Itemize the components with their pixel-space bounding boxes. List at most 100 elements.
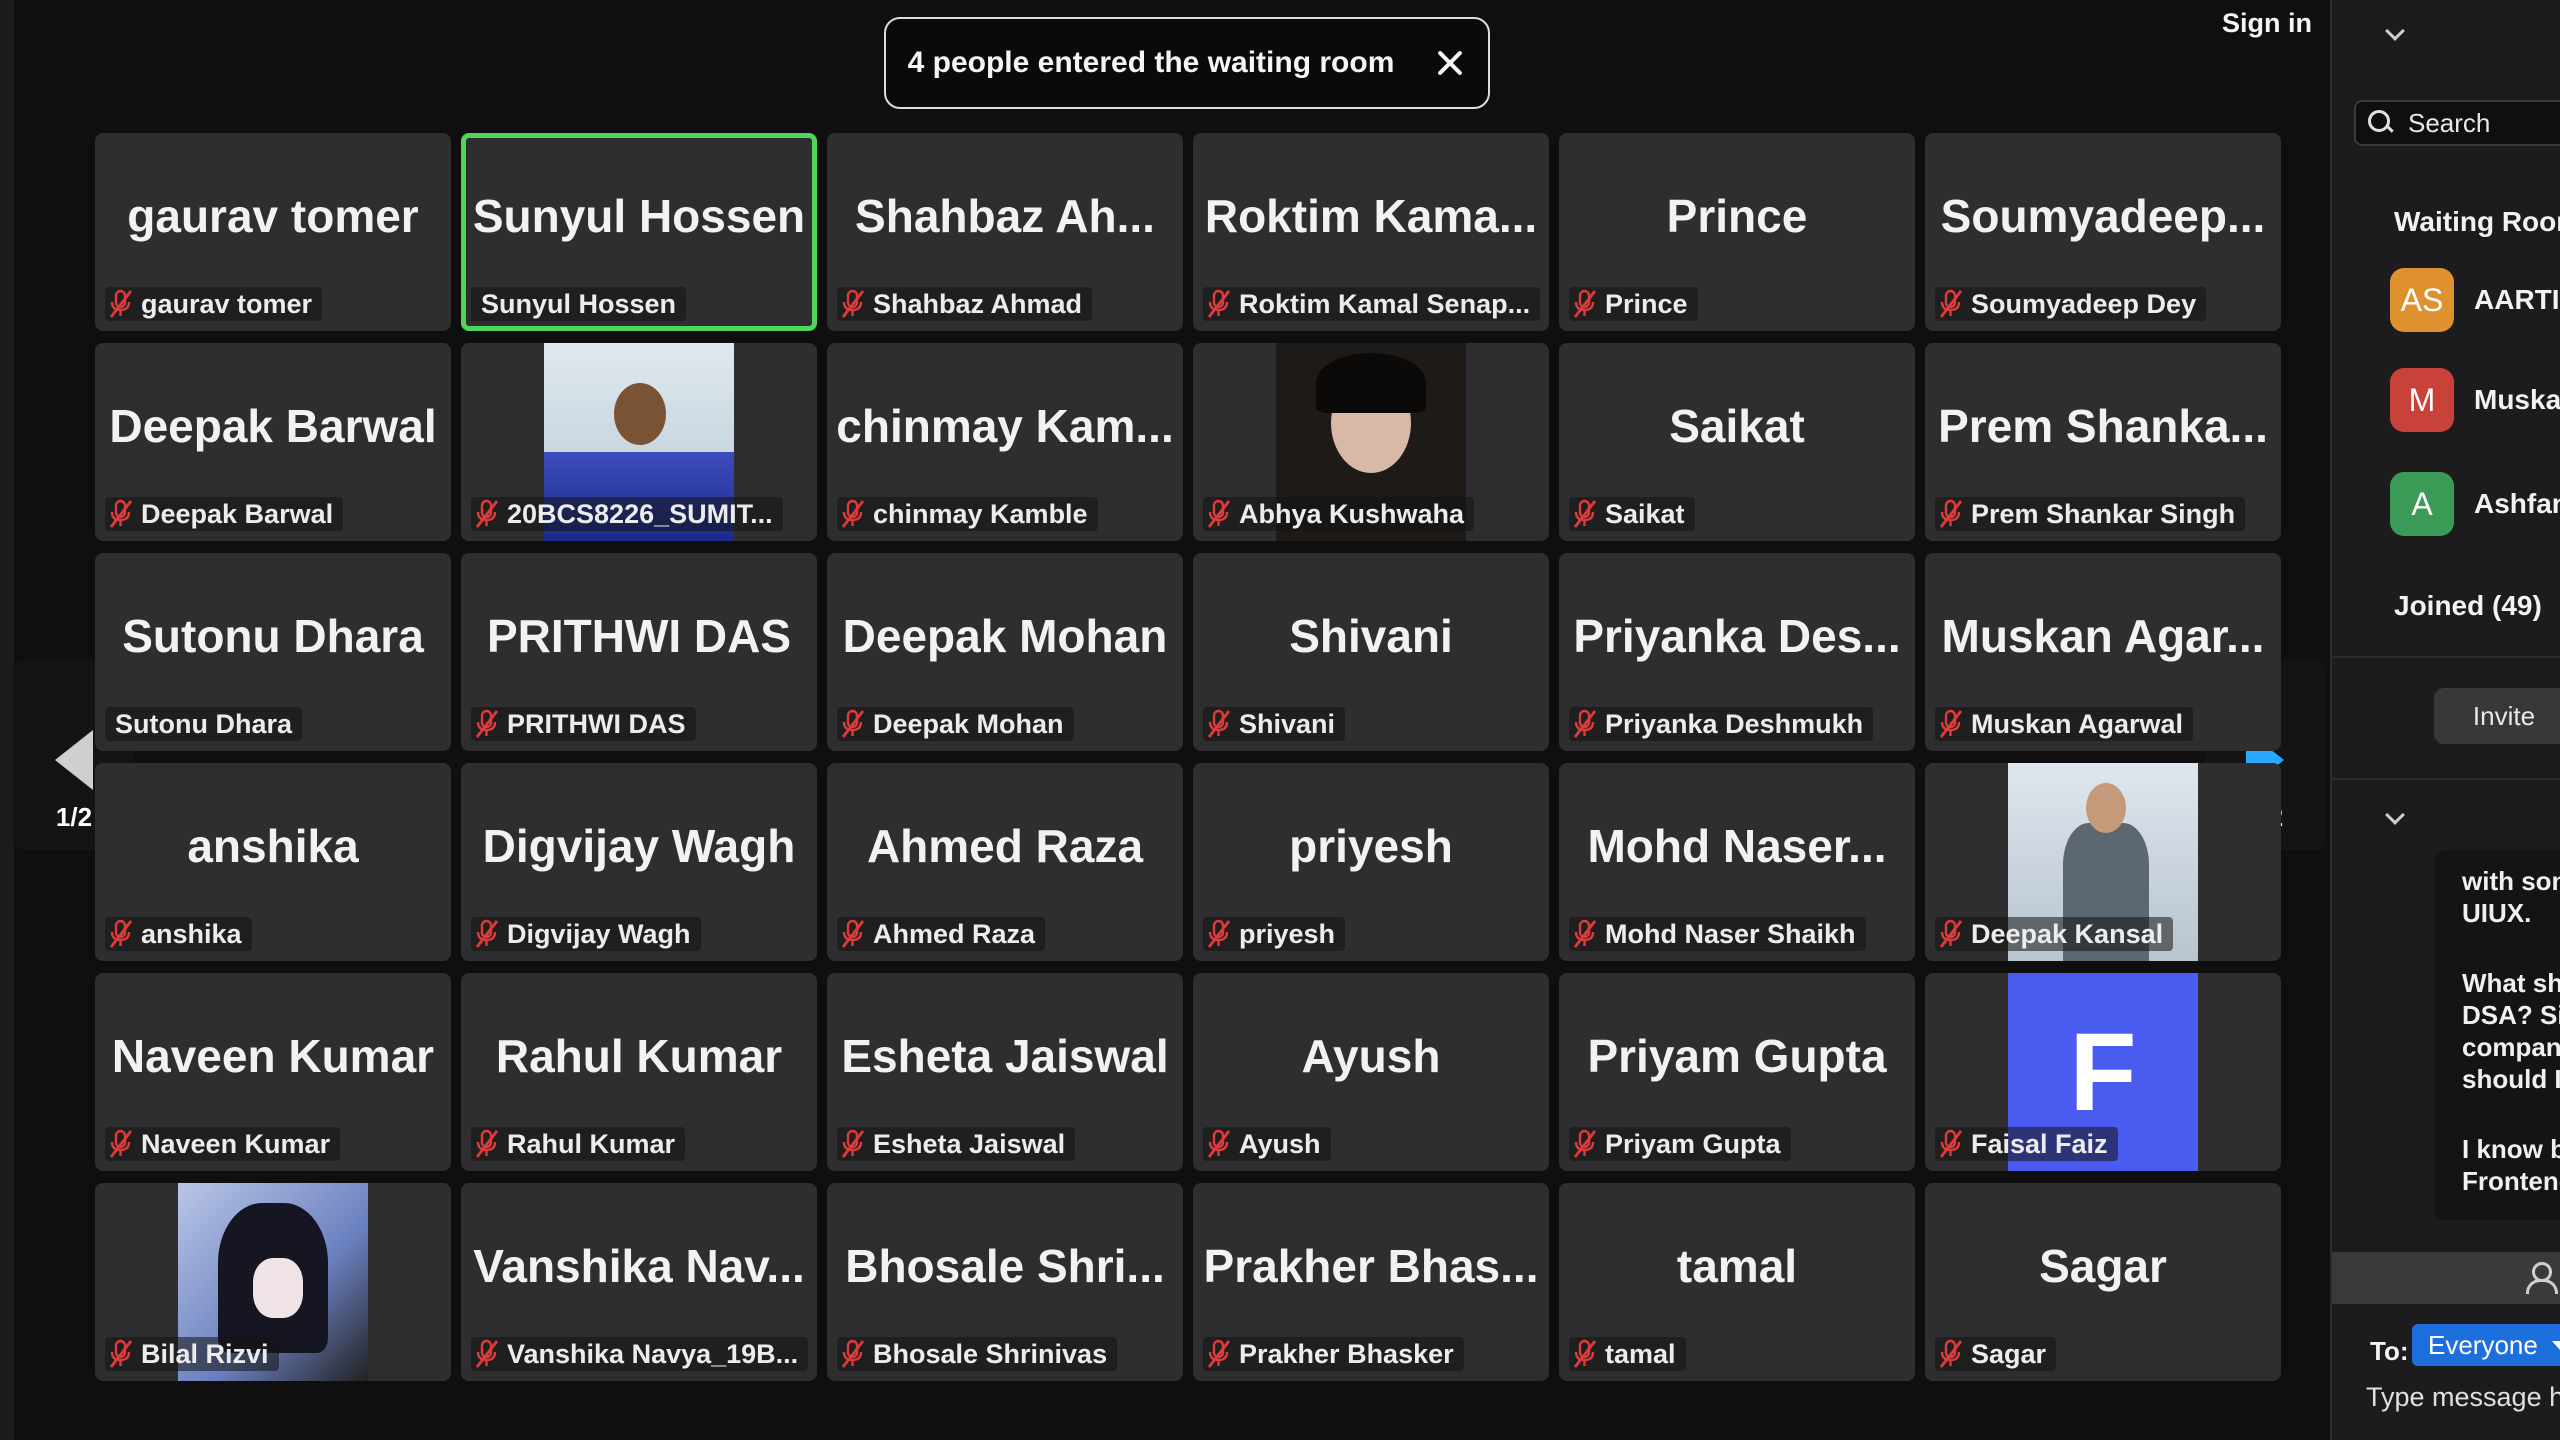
participant-tile[interactable]: Mohd Naser... Mohd Naser Shaikh — [1559, 763, 1915, 961]
participant-label-text: Deepak Barwal — [141, 498, 334, 529]
participant-display-name: Digvijay Wagh — [482, 820, 796, 872]
stage-edge — [0, 0, 14, 1440]
waiting-participant-name: Muskan — [2474, 384, 2560, 415]
waiting-participant-name: Ashfan — [2474, 488, 2560, 519]
avatar: A — [2390, 472, 2454, 536]
participant-tile[interactable]: Esheta Jaiswal Esheta Jaiswal — [827, 973, 1183, 1171]
muted-mic-icon — [1939, 709, 1963, 739]
participant-name-label: Shivani — [1203, 707, 1346, 741]
message-input[interactable]: Type message h — [2366, 1382, 2560, 1413]
participant-tile[interactable]: gaurav tomer gaurav tomer — [95, 133, 451, 331]
participant-tile[interactable]: Sutonu Dhara Sutonu Dhara — [95, 553, 451, 751]
close-icon[interactable] — [1434, 47, 1466, 79]
participant-name-label: tamal — [1569, 1337, 1686, 1371]
participant-tile[interactable]: Rahul Kumar Rahul Kumar — [461, 973, 817, 1171]
participant-name-label: PRITHWI DAS — [471, 707, 696, 741]
sign-in-link[interactable]: Sign in — [2222, 8, 2312, 39]
participant-tile[interactable]: 20BCS8226_SUMIT... — [461, 343, 817, 541]
participant-tile[interactable]: Naveen Kumar Naveen Kumar — [95, 973, 451, 1171]
muted-mic-icon — [1573, 289, 1597, 319]
person-icon[interactable] — [2524, 1262, 2558, 1294]
participant-tile[interactable]: Deepak Mohan Deepak Mohan — [827, 553, 1183, 751]
participant-tile[interactable]: Shahbaz Ah... Shahbaz Ahmad — [827, 133, 1183, 331]
participant-name-label: Ayush — [1203, 1127, 1331, 1161]
muted-mic-icon — [475, 1129, 499, 1159]
participant-label-text: Sutonu Dhara — [115, 708, 293, 739]
participant-display-name: PRITHWI DAS — [486, 610, 792, 662]
participant-label-text: Bilal Rizvi — [141, 1338, 269, 1369]
muted-mic-icon — [1939, 919, 1963, 949]
participant-label-text: 20BCS8226_SUMIT... — [507, 498, 773, 529]
participant-name-label: Priyanka Deshmukh — [1569, 707, 1874, 741]
participant-tile[interactable]: Sunyul Hossen Sunyul Hossen — [461, 133, 817, 331]
participant-tile[interactable]: Priyam Gupta Priyam Gupta — [1559, 973, 1915, 1171]
participant-tile[interactable]: F Faisal Faiz — [1925, 973, 2281, 1171]
participant-name-label: Faisal Faiz — [1935, 1127, 2118, 1161]
participant-tile[interactable]: Roktim Kama... Roktim Kamal Senap... — [1193, 133, 1549, 331]
participant-name-label: Sagar — [1935, 1337, 2057, 1371]
muted-mic-icon — [109, 289, 133, 319]
participant-label-text: Shahbaz Ahmad — [873, 288, 1083, 319]
participant-tile[interactable]: Sagar Sagar — [1925, 1183, 2281, 1381]
participant-tile[interactable]: Bhosale Shri... Bhosale Shrinivas — [827, 1183, 1183, 1381]
participant-tile[interactable]: Ayush Ayush — [1193, 973, 1549, 1171]
waiting-participant[interactable]: M Muskan — [2390, 368, 2560, 432]
participant-tile[interactable]: Prem Shanka... Prem Shankar Singh — [1925, 343, 2281, 541]
muted-mic-icon — [475, 919, 499, 949]
muted-mic-icon — [1207, 499, 1231, 529]
participant-tile[interactable]: Bilal Rizvi — [95, 1183, 451, 1381]
participants-panel: Search Waiting Roon AS AARTI S M Muskan … — [2330, 0, 2560, 1440]
muted-mic-icon — [1573, 499, 1597, 529]
participant-display-name: Priyanka Des... — [1573, 610, 1901, 662]
participant-tile[interactable]: Soumyadeep... Soumyadeep Dey — [1925, 133, 2281, 331]
divider — [2332, 778, 2560, 780]
search-input[interactable]: Search — [2354, 100, 2560, 146]
participant-tile[interactable]: Ahmed Raza Ahmed Raza — [827, 763, 1183, 961]
chat-text: I know b — [2462, 1134, 2560, 1164]
participant-label-text: priyesh — [1239, 918, 1336, 949]
participant-name-label: Deepak Kansal — [1935, 917, 2174, 951]
participant-tile[interactable]: Deepak Barwal Deepak Barwal — [95, 343, 451, 541]
participant-tile[interactable]: Shivani Shivani — [1193, 553, 1549, 751]
participant-label-text: Vanshika Navya_19B... — [507, 1338, 799, 1369]
participant-display-name: Soumyadeep... — [1940, 190, 2266, 242]
participant-name-label: Deepak Mohan — [837, 707, 1074, 741]
participant-display-name: Saikat — [1669, 400, 1805, 452]
meeting-stage: 4 people entered the waiting room Sign i… — [0, 0, 2330, 1440]
participant-label-text: Faisal Faiz — [1971, 1128, 2108, 1159]
joined-title: Joined (49) — [2394, 590, 2542, 621]
muted-mic-icon — [475, 709, 499, 739]
participant-tile[interactable]: chinmay Kam... chinmay Kamble — [827, 343, 1183, 541]
participant-tile[interactable]: Digvijay Wagh Digvijay Wagh — [461, 763, 817, 961]
participant-name-label: Mohd Naser Shaikh — [1569, 917, 1866, 951]
participant-tile[interactable]: Muskan Agar... Muskan Agarwal — [1925, 553, 2281, 751]
recipient-select[interactable]: Everyone — [2412, 1324, 2560, 1366]
participant-name-label: Ahmed Raza — [837, 917, 1046, 951]
participant-tile[interactable]: PRITHWI DAS PRITHWI DAS — [461, 553, 817, 751]
participant-label-text: Muskan Agarwal — [1971, 708, 2184, 739]
participant-name-label: priyesh — [1203, 917, 1346, 951]
participant-tile[interactable]: Prakher Bhas... Prakher Bhasker — [1193, 1183, 1549, 1381]
participant-display-name: Esheta Jaiswal — [841, 1030, 1169, 1082]
muted-mic-icon — [1207, 1339, 1231, 1369]
participant-tile[interactable]: Saikat Saikat — [1559, 343, 1915, 541]
chevron-down-icon[interactable] — [2385, 21, 2405, 41]
participant-display-name: Prem Shanka... — [1938, 400, 2268, 452]
participant-tile[interactable]: Priyanka Des... Priyanka Deshmukh — [1559, 553, 1915, 751]
chevron-down-icon[interactable] — [2385, 805, 2405, 825]
waiting-participant[interactable]: AS AARTI S — [2390, 268, 2560, 332]
waiting-participant[interactable]: A Ashfan — [2390, 472, 2560, 536]
participant-tile[interactable]: priyesh priyesh — [1193, 763, 1549, 961]
participant-tile[interactable]: Abhya Kushwaha — [1193, 343, 1549, 541]
participant-label-text: Ayush — [1239, 1128, 1321, 1159]
participant-tile[interactable]: Prince Prince — [1559, 133, 1915, 331]
muted-mic-icon — [841, 499, 865, 529]
participant-tile[interactable]: anshika anshika — [95, 763, 451, 961]
participant-display-name: priyesh — [1289, 820, 1453, 872]
participant-tile[interactable]: Vanshika Nav... Vanshika Navya_19B... — [461, 1183, 817, 1381]
participant-label-text: Bhosale Shrinivas — [873, 1338, 1108, 1369]
participant-name-label: Muskan Agarwal — [1935, 707, 2194, 741]
invite-button[interactable]: Invite — [2434, 688, 2560, 744]
participant-tile[interactable]: Deepak Kansal — [1925, 763, 2281, 961]
participant-tile[interactable]: tamal tamal — [1559, 1183, 1915, 1381]
